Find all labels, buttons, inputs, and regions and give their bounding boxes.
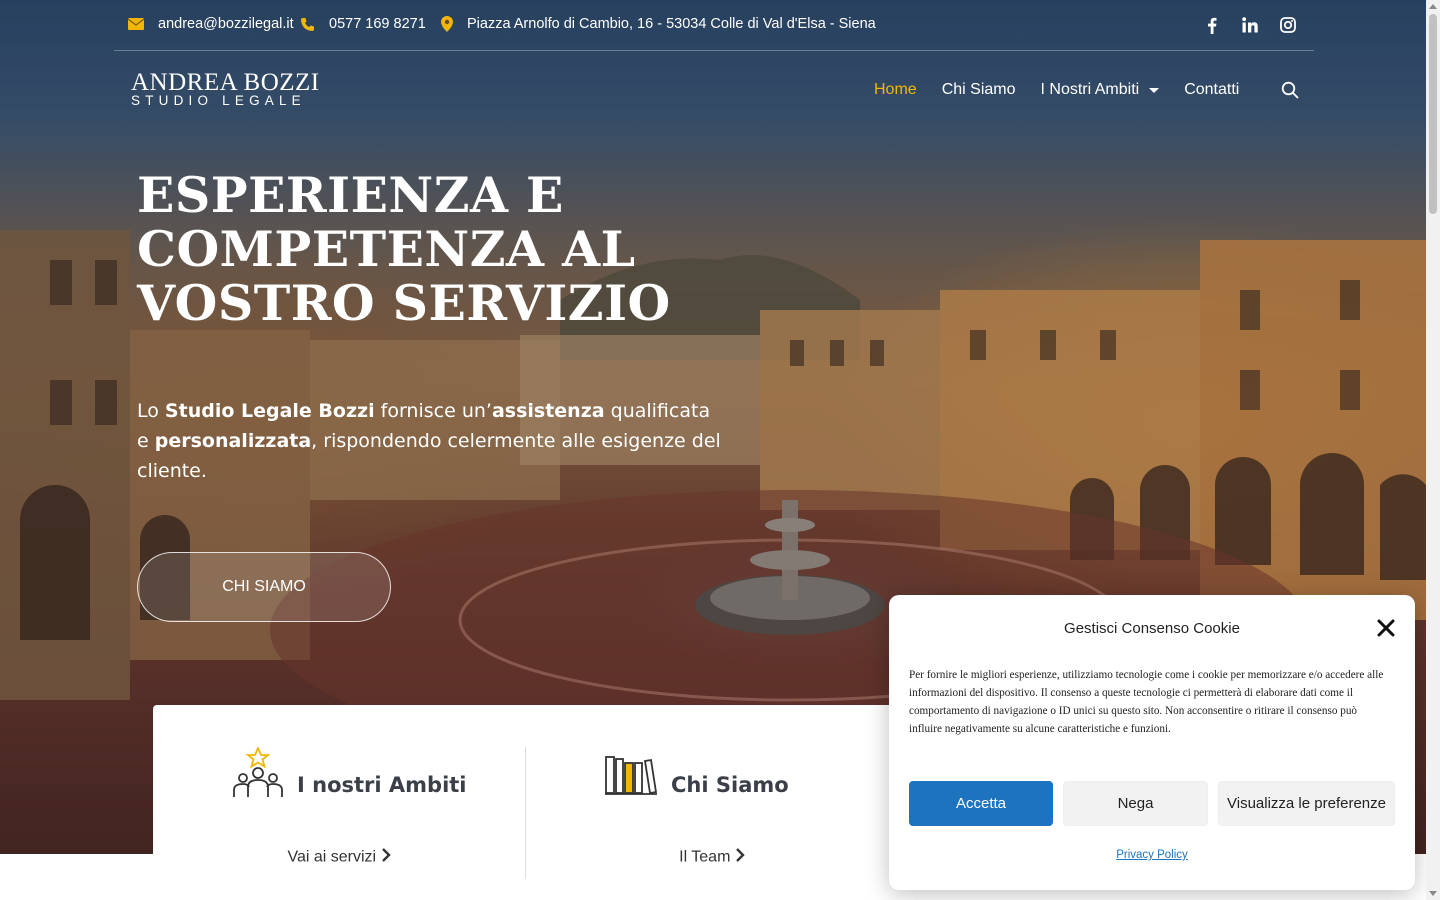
- card-title: Chi Siamo: [671, 773, 789, 797]
- card-ambiti[interactable]: I nostri Ambiti Vai ai servizi: [153, 745, 525, 879]
- chi-siamo-cta-button[interactable]: CHI SIAMO: [137, 552, 391, 622]
- lead-strong: Studio Legale Bozzi: [164, 400, 375, 422]
- phone-text: 0577 169 8271: [329, 16, 426, 32]
- card-title: I nostri Ambiti: [297, 773, 467, 797]
- search-icon[interactable]: [1281, 81, 1301, 101]
- logo-subtitle: STUDIO LEGALE: [131, 93, 306, 108]
- cookie-consent-dialog: Gestisci Consenso Cookie Per fornire le …: [889, 595, 1415, 890]
- facebook-icon[interactable]: [1202, 15, 1222, 35]
- phone-icon: [300, 17, 315, 32]
- email-contact[interactable]: andrea@bozzilegal.it: [128, 16, 294, 32]
- team-star-icon: [232, 745, 284, 804]
- social-links: [1202, 15, 1298, 35]
- accept-button[interactable]: Accetta: [909, 781, 1053, 826]
- cookie-title: Gestisci Consenso Cookie: [1064, 620, 1240, 637]
- instagram-icon[interactable]: [1278, 15, 1298, 35]
- hero-lead: Lo Studio Legale Bozzi fornisce un’assis…: [137, 396, 727, 486]
- nav-item-ambiti[interactable]: I Nostri Ambiti: [1041, 81, 1160, 99]
- hero-headline: ESPERIENZA E COMPETENZA AL VOSTRO SERVIZ…: [137, 166, 671, 332]
- lead-text: Lo: [137, 400, 165, 422]
- phone-contact[interactable]: 0577 169 8271: [300, 16, 426, 32]
- nav-item-chi-siamo[interactable]: Chi Siamo: [942, 81, 1016, 99]
- card-link-servizi[interactable]: Vai ai servizi: [153, 848, 525, 867]
- email-text: andrea@bozzilegal.it: [158, 16, 294, 32]
- card-link-label: Vai ai servizi: [287, 848, 377, 866]
- lead-text: fornisce un’: [374, 400, 492, 422]
- chevron-down-icon: [1149, 87, 1160, 93]
- lead-strong: personalizzata: [154, 430, 312, 452]
- chevron-right-icon: [381, 848, 391, 867]
- address-text: Piazza Arnolfo di Cambio, 16 - 53034 Col…: [467, 16, 876, 32]
- envelope-icon: [128, 18, 144, 30]
- top-info-bar: andrea@bozzilegal.it 0577 169 8271 Piazz…: [114, 0, 1314, 51]
- books-icon: [605, 755, 658, 800]
- map-pin-icon: [441, 16, 453, 32]
- main-nav: Home Chi Siamo I Nostri Ambiti Contatti: [874, 81, 1239, 99]
- cookie-description: Per fornire le migliori esperienze, util…: [909, 669, 1384, 735]
- logo-name: ANDREA BOZZI: [131, 69, 320, 96]
- nav-item-contatti[interactable]: Contatti: [1184, 81, 1239, 99]
- card-link-label: Il Team: [679, 848, 731, 866]
- card-link-team[interactable]: Il Team: [526, 848, 898, 867]
- scroll-up-arrow[interactable]: [1429, 4, 1437, 9]
- scrollbar-thumb[interactable]: [1429, 14, 1437, 214]
- linkedin-icon[interactable]: [1240, 15, 1260, 35]
- page-scrollbar[interactable]: [1426, 0, 1440, 900]
- chevron-right-icon: [735, 848, 745, 867]
- scroll-down-arrow[interactable]: [1429, 891, 1437, 896]
- nav-item-home[interactable]: Home: [874, 81, 917, 99]
- deny-button[interactable]: Nega: [1063, 781, 1208, 826]
- card-chi-siamo[interactable]: Chi Siamo Il Team: [526, 747, 898, 879]
- close-icon[interactable]: [1377, 619, 1395, 637]
- address-contact: Piazza Arnolfo di Cambio, 16 - 53034 Col…: [441, 16, 876, 32]
- nav-item-ambiti-label: I Nostri Ambiti: [1040, 81, 1140, 98]
- view-preferences-button[interactable]: Visualizza le preferenze: [1218, 781, 1395, 826]
- site-logo[interactable]: ANDREA BOZZI STUDIO LEGALE: [131, 69, 320, 108]
- lead-strong: assistenza: [491, 400, 605, 422]
- privacy-policy-link[interactable]: Privacy Policy: [889, 849, 1415, 861]
